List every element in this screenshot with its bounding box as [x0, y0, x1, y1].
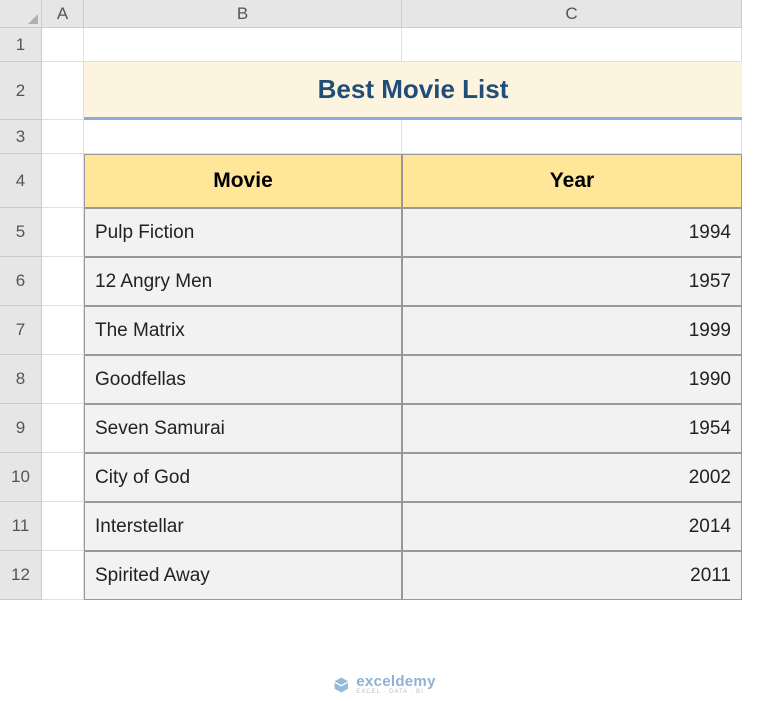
col-header-B[interactable]: B: [84, 0, 402, 28]
table-cell-movie[interactable]: Spirited Away: [84, 551, 402, 600]
cell-A5[interactable]: [42, 208, 84, 257]
watermark: exceldemy EXCEL · DATA · BI: [332, 674, 435, 695]
row-header-3[interactable]: 3: [0, 120, 42, 154]
cell-A1[interactable]: [42, 28, 84, 62]
row-header-2[interactable]: 2: [0, 62, 42, 120]
row-header-6[interactable]: 6: [0, 257, 42, 306]
watermark-text: exceldemy EXCEL · DATA · BI: [356, 674, 435, 695]
col-header-C[interactable]: C: [402, 0, 742, 28]
cell-A3[interactable]: [42, 120, 84, 154]
row-header-12[interactable]: 12: [0, 551, 42, 600]
table-cell-movie[interactable]: Goodfellas: [84, 355, 402, 404]
table-cell-year[interactable]: 1999: [402, 306, 742, 355]
table-cell-year[interactable]: 1994: [402, 208, 742, 257]
spreadsheet-grid: A B C 1 2 3 4 5 6 7 8 9 10 11 12 Best Mo…: [0, 0, 768, 600]
table-cell-movie[interactable]: City of God: [84, 453, 402, 502]
row-header-8[interactable]: 8: [0, 355, 42, 404]
cell-A11[interactable]: [42, 502, 84, 551]
table-header-year[interactable]: Year: [402, 154, 742, 208]
table-header-movie[interactable]: Movie: [84, 154, 402, 208]
table-cell-movie[interactable]: Seven Samurai: [84, 404, 402, 453]
cell-A2[interactable]: [42, 62, 84, 120]
row-header-10[interactable]: 10: [0, 453, 42, 502]
table-cell-movie[interactable]: The Matrix: [84, 306, 402, 355]
table-cell-year[interactable]: 2011: [402, 551, 742, 600]
row-header-11[interactable]: 11: [0, 502, 42, 551]
watermark-sub: EXCEL · DATA · BI: [356, 689, 435, 695]
cell-A12[interactable]: [42, 551, 84, 600]
row-header-1[interactable]: 1: [0, 28, 42, 62]
table-cell-movie[interactable]: Pulp Fiction: [84, 208, 402, 257]
cell-B3[interactable]: [84, 120, 402, 154]
row-header-7[interactable]: 7: [0, 306, 42, 355]
table-cell-year[interactable]: 2014: [402, 502, 742, 551]
table-cell-year[interactable]: 1954: [402, 404, 742, 453]
cell-A8[interactable]: [42, 355, 84, 404]
cell-A9[interactable]: [42, 404, 84, 453]
row-header-5[interactable]: 5: [0, 208, 42, 257]
col-header-A[interactable]: A: [42, 0, 84, 28]
cell-A6[interactable]: [42, 257, 84, 306]
row-header-9[interactable]: 9: [0, 404, 42, 453]
table-cell-movie[interactable]: Interstellar: [84, 502, 402, 551]
cell-A4[interactable]: [42, 154, 84, 208]
table-cell-year[interactable]: 1957: [402, 257, 742, 306]
table-cell-year[interactable]: 1990: [402, 355, 742, 404]
row-header-4[interactable]: 4: [0, 154, 42, 208]
cell-B1[interactable]: [84, 28, 402, 62]
cell-A10[interactable]: [42, 453, 84, 502]
page-title[interactable]: Best Movie List: [84, 62, 742, 120]
table-cell-movie[interactable]: 12 Angry Men: [84, 257, 402, 306]
cell-C3[interactable]: [402, 120, 742, 154]
watermark-main: exceldemy: [356, 674, 435, 689]
table-cell-year[interactable]: 2002: [402, 453, 742, 502]
cell-A7[interactable]: [42, 306, 84, 355]
cell-C1[interactable]: [402, 28, 742, 62]
select-all-corner[interactable]: [0, 0, 42, 28]
cube-icon: [332, 676, 350, 694]
